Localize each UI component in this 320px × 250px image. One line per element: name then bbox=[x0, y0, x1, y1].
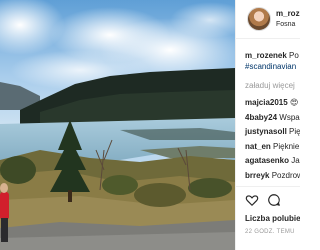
comment-text: Pozdrow bbox=[271, 170, 300, 180]
comment-username[interactable]: justynasoll bbox=[245, 127, 287, 136]
caption-username[interactable]: m_rozenek bbox=[245, 51, 287, 60]
comment-username[interactable]: brreyk bbox=[245, 171, 269, 180]
comment-text: Pię bbox=[289, 127, 300, 136]
comment-text: Pięknie bbox=[273, 141, 300, 151]
landscape-photo bbox=[0, 0, 235, 250]
comment-text: 😍 bbox=[289, 98, 299, 107]
comment-username[interactable]: nat_en bbox=[245, 142, 271, 151]
comment-text: Jak bbox=[291, 156, 300, 165]
comment-item: nat_en Pięknie bbox=[245, 140, 300, 155]
post-header: m_rozenek Fosna bbox=[236, 0, 300, 39]
comment-username[interactable]: 4baby24 bbox=[245, 113, 277, 122]
post-location[interactable]: Fosna bbox=[276, 21, 295, 28]
heart-icon[interactable] bbox=[245, 193, 259, 207]
comment-icon[interactable] bbox=[267, 193, 281, 207]
comment-item: brreyk Pozdrow bbox=[245, 169, 300, 184]
load-more-comments-link[interactable]: załaduj więcej bbox=[245, 81, 295, 90]
post-actions bbox=[236, 186, 300, 211]
comment-item: 4baby24 Wspa bbox=[245, 111, 300, 126]
comment-text: Wspa bbox=[279, 112, 300, 122]
comment-username[interactable]: agatasenko bbox=[245, 156, 289, 165]
post-caption: m_rozenek Po #scandinavian bbox=[245, 50, 300, 72]
caption-text: Po bbox=[289, 51, 299, 60]
comment-item: majcia2015 😍 bbox=[245, 96, 300, 111]
caption-hashtag[interactable]: #scandinavian bbox=[245, 62, 296, 71]
post-side-panel: m_rozenek Fosna m_rozenek Po #scandinavi… bbox=[235, 0, 300, 250]
comment-item: agatasenko Jak bbox=[245, 154, 300, 169]
post-username[interactable]: m_rozenek bbox=[276, 9, 300, 18]
avatar[interactable] bbox=[247, 7, 271, 31]
comments-list: majcia2015 😍 4baby24 Wspa justynasoll Pi… bbox=[245, 96, 300, 183]
comment-item: justynasoll Pię bbox=[245, 125, 300, 140]
comment-username[interactable]: majcia2015 bbox=[245, 98, 288, 107]
likes-count[interactable]: Liczba polubień bbox=[245, 214, 300, 223]
post-photo[interactable] bbox=[0, 0, 235, 250]
post-timestamp: 22 GODZ. TEMU bbox=[245, 229, 295, 235]
